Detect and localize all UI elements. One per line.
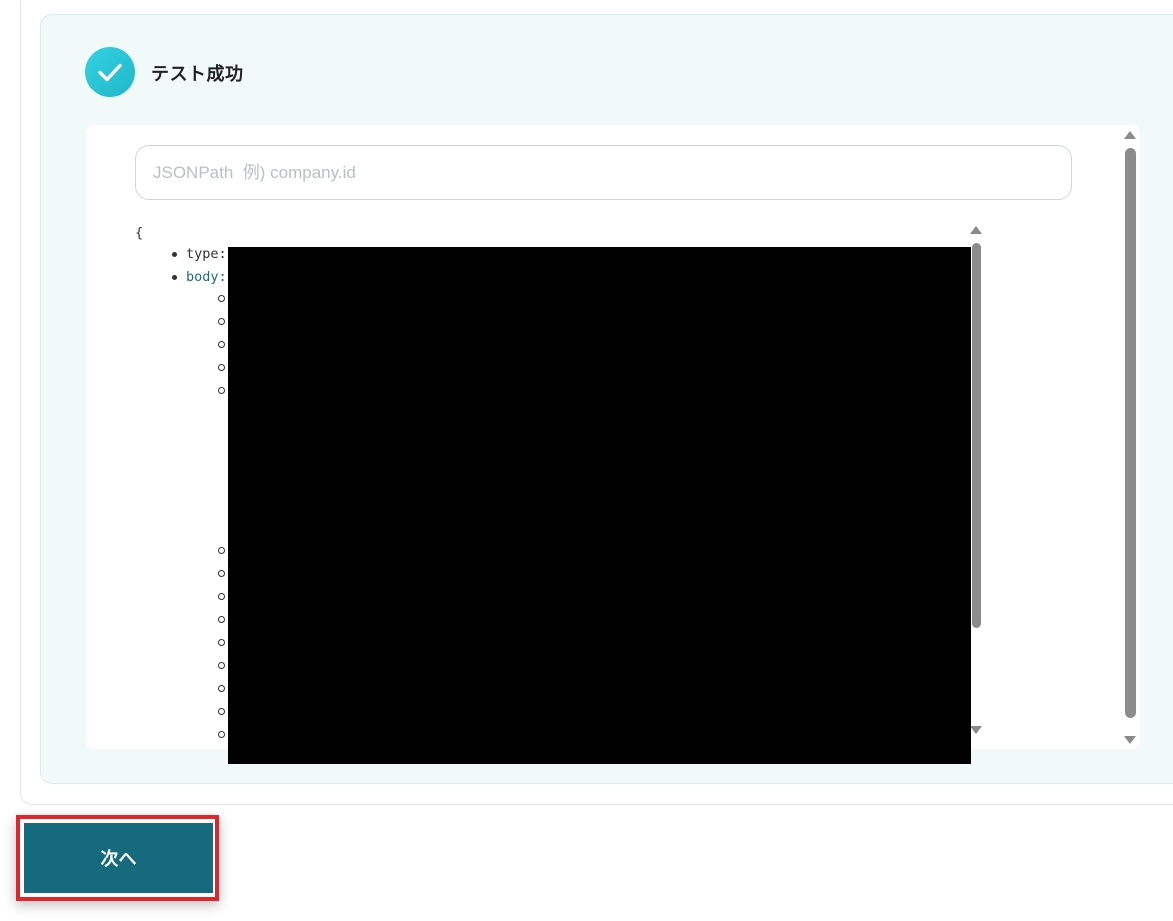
json-key-body[interactable]: body:	[169, 266, 227, 289]
json-sub-bullet	[218, 708, 225, 715]
panel-scroll-thumb[interactable]	[1125, 148, 1136, 718]
json-sub-bullet	[218, 570, 225, 577]
json-sub-bullet	[218, 295, 225, 302]
json-tree-scroll-thumb[interactable]	[972, 243, 981, 628]
json-sub-bullet	[218, 547, 225, 554]
scroll-up-arrow-icon[interactable]	[1124, 131, 1136, 139]
json-sub-bullet	[218, 731, 225, 738]
json-sub-bullet	[218, 685, 225, 692]
scroll-down-arrow-icon[interactable]	[970, 726, 982, 734]
json-sub-bullet	[218, 662, 225, 669]
test-success-title: テスト成功	[151, 64, 244, 85]
json-sub-bullet	[218, 341, 225, 348]
json-sub-bullet	[218, 364, 225, 371]
json-sub-bullet	[218, 387, 225, 394]
jsonpath-input[interactable]	[135, 145, 1072, 200]
json-sub-bullet	[218, 318, 225, 325]
json-top-level-list: type: body:	[169, 243, 227, 289]
json-sub-bullet	[218, 639, 225, 646]
redacted-region	[228, 247, 971, 764]
scroll-up-arrow-icon[interactable]	[970, 226, 982, 234]
json-sub-bullet	[218, 593, 225, 600]
json-key-type: type:	[169, 243, 227, 266]
next-button[interactable]: 次へ	[24, 823, 213, 893]
check-circle-icon	[85, 47, 135, 97]
json-open-brace: {	[135, 225, 144, 241]
json-sub-bullet	[218, 616, 225, 623]
scroll-down-arrow-icon[interactable]	[1124, 736, 1136, 744]
